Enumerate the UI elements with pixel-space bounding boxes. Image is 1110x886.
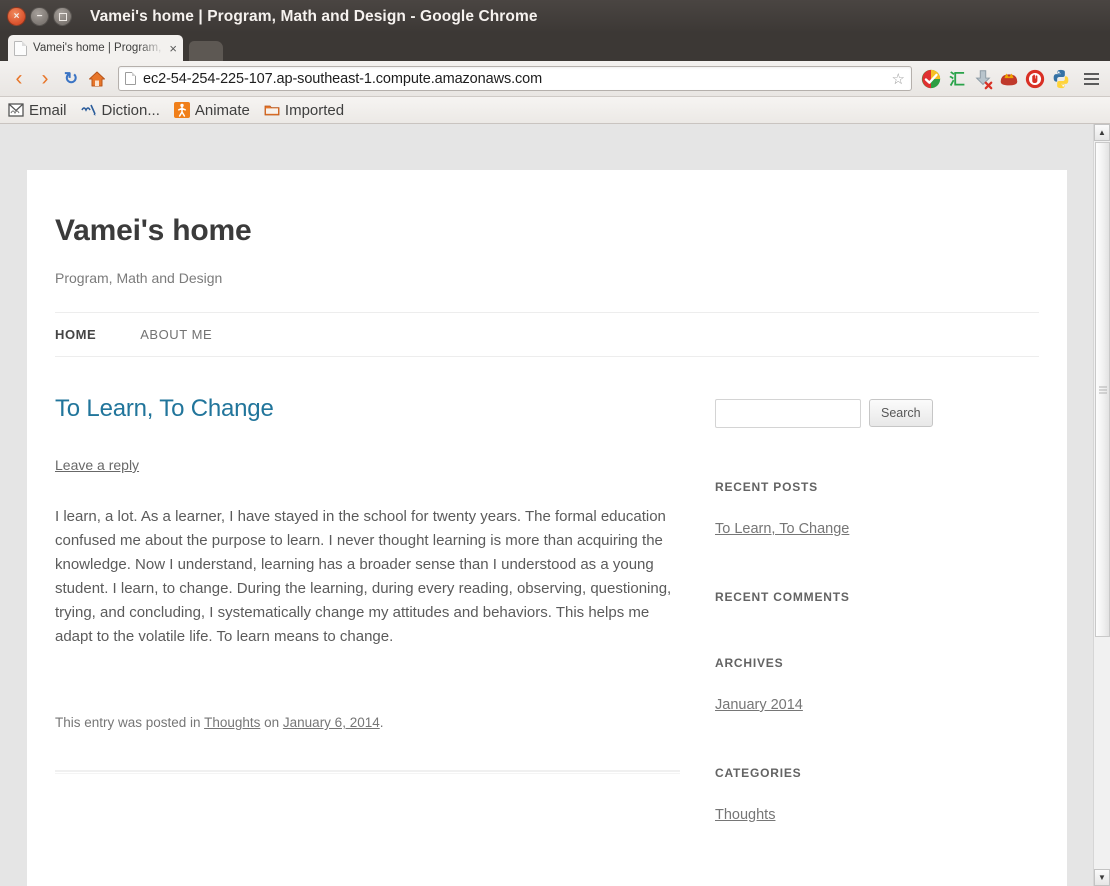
chevron-left-icon: ‹ (15, 67, 23, 90)
widget-title: CATEGORIES (715, 766, 802, 780)
maximize-icon (58, 12, 67, 21)
bookmark-imported[interactable]: Imported (264, 102, 344, 119)
animate-icon (173, 102, 190, 118)
menu-icon-line (1083, 72, 1099, 75)
tab-title: Vamei's home | Program, (33, 42, 162, 54)
bookmark-dictionary[interactable]: Diction... (80, 101, 160, 119)
post-body: I learn, a lot. As a learner, I have sta… (55, 508, 672, 645)
search-widget: Search (715, 399, 980, 428)
bookmark-email[interactable]: Email (8, 102, 67, 119)
widget-title: RECENT COMMENTS (715, 590, 850, 604)
recent-post-link[interactable]: To Learn, To Change (715, 521, 849, 537)
nav-item-home[interactable]: HOME (55, 327, 96, 342)
bookmark-label: Animate (194, 101, 250, 119)
menu-icon-line (1083, 82, 1099, 85)
menu-icon-line (1083, 77, 1099, 80)
widget-recent-comments: RECENT COMMENTS (715, 590, 980, 604)
bookmark-label: Email (29, 101, 67, 119)
scrollbar-grip-icon (1099, 386, 1107, 393)
widget-title: ARCHIVES (715, 656, 784, 670)
window-titlebar: × − Vamei's home | Program, Math and Des… (0, 0, 1110, 33)
envelope-icon (8, 103, 24, 117)
tab-close-icon[interactable]: × (169, 42, 177, 55)
reload-button[interactable]: ↻ (58, 66, 84, 92)
window-minimize-button[interactable]: − (30, 7, 49, 26)
browser-tab[interactable]: Vamei's home | Program, × (8, 35, 183, 61)
hui-character-icon[interactable]: 汇 (946, 68, 968, 90)
home-icon (89, 71, 105, 86)
site-title[interactable]: Vamei's home (55, 214, 1039, 248)
page-columns: To Learn, To Change Leave a reply I lear… (27, 395, 1067, 824)
bookmark-label: Diction... (101, 101, 160, 119)
nav-item-about-me[interactable]: ABOUT ME (140, 327, 212, 342)
window-title: Vamei's home | Program, Math and Design … (90, 7, 538, 25)
scroll-up-button[interactable]: ▲ (1094, 124, 1110, 141)
download-arrow-icon[interactable] (972, 68, 994, 90)
category-link[interactable]: Thoughts (715, 807, 775, 823)
site-navigation: HOME ABOUT ME (55, 312, 1039, 357)
home-button[interactable] (84, 66, 110, 92)
archive-link[interactable]: January 2014 (715, 697, 803, 713)
caret-up-icon: ▲ (1098, 128, 1106, 137)
site-description: Program, Math and Design (55, 270, 223, 286)
post-meta-prefix: This entry was posted in (55, 715, 205, 730)
close-icon: × (13, 10, 20, 22)
caret-down-icon: ▼ (1098, 873, 1106, 882)
crown-icon[interactable] (998, 68, 1020, 90)
widget-categories: CATEGORIES Thoughts (715, 766, 980, 824)
python-icon[interactable] (1050, 68, 1072, 90)
bookmarks-bar: Email Diction... Animate Imported (0, 97, 1110, 124)
page-info-icon[interactable] (125, 72, 136, 85)
address-bar[interactable]: ec2-54-254-225-107.ap-southeast-1.comput… (118, 66, 912, 91)
widget-recent-posts: RECENT POSTS To Learn, To Change (715, 480, 980, 538)
chevron-right-icon: › (41, 67, 49, 90)
site-container: Vamei's home Program, Math and Design HO… (27, 170, 1067, 886)
reload-icon: ↻ (63, 69, 79, 88)
sidebar: Search RECENT POSTS To Learn, To Change … (715, 395, 980, 824)
minimize-icon: − (36, 10, 43, 22)
leave-a-reply-link[interactable]: Leave a reply (55, 457, 139, 473)
post-title[interactable]: To Learn, To Change (55, 395, 687, 423)
bookmark-label: Imported (284, 101, 345, 119)
scrollbar-thumb[interactable] (1095, 142, 1110, 637)
widget-title: RECENT POSTS (715, 480, 818, 494)
post-date-link[interactable]: January 6, 2014 (283, 715, 380, 730)
url-text: ec2-54-254-225-107.ap-southeast-1.comput… (143, 70, 543, 87)
widget-archives: ARCHIVES January 2014 (715, 656, 980, 714)
new-tab-button[interactable] (189, 41, 223, 61)
search-button[interactable]: Search (869, 399, 933, 427)
folder-icon (264, 105, 280, 116)
post-divider (55, 770, 680, 774)
tab-strip: Vamei's home | Program, × (0, 33, 1110, 61)
adblock-stop-icon[interactable] (1024, 68, 1046, 90)
browser-toolbar: ‹ › ↻ ec2-54-254-225-107.ap-southeast-1.… (0, 61, 1110, 97)
shield-check-icon[interactable] (920, 68, 942, 90)
tab-favicon-icon (14, 40, 27, 56)
post-category-link[interactable]: Thoughts (204, 715, 260, 730)
post-meta-suffix: . (379, 715, 384, 730)
bookmark-animate[interactable]: Animate (173, 101, 250, 119)
page-scrollbar[interactable]: ▲ ▼ (1093, 124, 1110, 886)
svg-text:汇: 汇 (949, 70, 965, 88)
chrome-menu-button[interactable] (1080, 68, 1102, 90)
site-header: Vamei's home Program, Math and Design (27, 170, 1067, 286)
window-maximize-button[interactable] (53, 7, 72, 26)
forward-button[interactable]: › (32, 66, 58, 92)
post-meta-mid: on (260, 715, 283, 730)
back-button[interactable]: ‹ (6, 66, 32, 92)
scroll-down-button[interactable]: ▼ (1094, 869, 1110, 886)
bookmark-star-icon[interactable]: ☆ (892, 70, 905, 88)
search-input[interactable] (715, 399, 861, 428)
browser-window: × − Vamei's home | Program, Math and Des… (0, 0, 1110, 886)
dictionary-icon (80, 104, 96, 116)
main-content: To Learn, To Change Leave a reply I lear… (55, 395, 715, 824)
window-close-button[interactable]: × (7, 7, 26, 26)
post-meta: This entry was posted in Thoughts on Jan… (55, 715, 687, 730)
page-viewport: Vamei's home Program, Math and Design HO… (0, 124, 1110, 886)
